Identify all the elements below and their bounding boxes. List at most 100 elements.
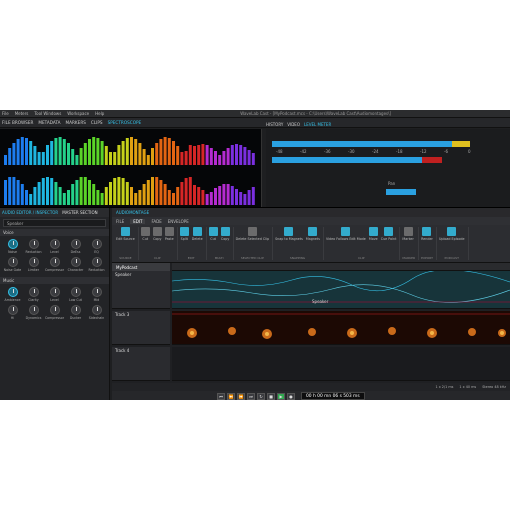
knob-dial-icon[interactable]: [28, 305, 39, 315]
preset-select[interactable]: Speaker: [3, 219, 106, 227]
knob[interactable]: DeEss: [65, 239, 86, 254]
section-voice[interactable]: Voice: [0, 229, 109, 236]
tab-history[interactable]: HISTORY: [266, 122, 283, 127]
tab-inspector[interactable]: AUDIO EDITOR / INSPECTOR: [2, 210, 58, 215]
menu-file[interactable]: File: [2, 111, 9, 116]
knob-dial-icon[interactable]: [49, 239, 60, 249]
section-music[interactable]: Music: [0, 277, 109, 284]
go-to-end-button[interactable]: ⏭: [247, 392, 255, 400]
menu-meters[interactable]: Meters: [15, 111, 29, 116]
menu-workspace[interactable]: Workspace: [67, 111, 89, 116]
ribbon-button[interactable]: Copy: [220, 227, 230, 241]
knob-dial-icon[interactable]: [7, 257, 18, 267]
knob-dial-icon[interactable]: [70, 305, 81, 315]
ribbon-button[interactable]: Snap to Magnets: [275, 227, 303, 241]
knob[interactable]: Dynamics: [23, 305, 44, 320]
knob-dial-icon[interactable]: [7, 305, 18, 315]
knob[interactable]: Noise Gate: [2, 257, 23, 272]
tab-spectroscope[interactable]: SPECTROSCOPE: [108, 120, 142, 125]
spectrum-bar: [54, 138, 58, 165]
ribbon-button[interactable]: Delete: [192, 227, 203, 241]
track-header-4[interactable]: Track 4: [112, 347, 170, 381]
stop-button[interactable]: ■: [267, 392, 275, 400]
tab-clips[interactable]: CLIPS: [91, 120, 103, 125]
ribbon-button[interactable]: Paste: [164, 227, 174, 241]
play-button[interactable]: ▶: [277, 392, 285, 400]
ribbon-button[interactable]: Render: [421, 227, 433, 241]
knob[interactable]: Reduction: [23, 239, 44, 254]
spectrum-bar: [205, 194, 209, 205]
knob[interactable]: EQ: [86, 239, 107, 254]
knob[interactable]: Character: [65, 257, 86, 272]
ribbon-tab-envelope[interactable]: ENVELOPE: [168, 219, 189, 224]
knob-dial-icon[interactable]: [49, 305, 60, 315]
tab-master-section[interactable]: MASTER SECTION: [62, 210, 97, 215]
ribbon-button[interactable]: Edit Source: [116, 227, 135, 241]
tab-audiomontage[interactable]: AUDIOMONTAGE: [116, 210, 149, 215]
spectrum-bar: [167, 190, 171, 205]
file-tab[interactable]: MyPodcast: [112, 263, 170, 271]
knob[interactable]: Ducker: [65, 305, 86, 320]
ribbon-button[interactable]: Magnets: [306, 227, 320, 241]
ribbon-button[interactable]: Delete Selected Clip: [236, 227, 269, 241]
ribbon-tab-edit[interactable]: EDIT: [130, 218, 146, 224]
knob[interactable]: Mid: [86, 287, 107, 302]
ribbon-button[interactable]: Cue Point: [381, 227, 396, 241]
knob-dial-icon[interactable]: [28, 257, 39, 267]
ribbon-button[interactable]: Cut: [140, 227, 150, 241]
loop-button[interactable]: ↻: [257, 392, 265, 400]
knob[interactable]: Ambience: [2, 287, 23, 302]
track-lane-4[interactable]: [172, 347, 510, 381]
knob[interactable]: Limiter: [23, 257, 44, 272]
knob[interactable]: Clarity: [23, 287, 44, 302]
go-to-start-button[interactable]: ⏮: [217, 392, 225, 400]
knob-dial-icon[interactable]: [49, 257, 60, 267]
knob[interactable]: Level: [44, 287, 65, 302]
knob-dial-icon[interactable]: [91, 239, 102, 249]
knob-dial-icon[interactable]: [28, 287, 39, 297]
ribbon-button[interactable]: Move: [368, 227, 378, 241]
tab-markers[interactable]: MARKERS: [66, 120, 86, 125]
fast-forward-button[interactable]: ⏩: [237, 392, 245, 400]
ribbon-button[interactable]: Split: [179, 227, 189, 241]
knob-dial-icon[interactable]: [91, 257, 102, 267]
knob[interactable]: Compressor: [44, 257, 65, 272]
knob-dial-icon[interactable]: [49, 287, 60, 297]
tab-file-browser[interactable]: FILE BROWSER: [2, 120, 33, 125]
knob-dial-icon[interactable]: [70, 257, 81, 267]
track-header-speaker[interactable]: Speaker: [112, 271, 170, 309]
track-lane-3-video[interactable]: [172, 311, 510, 345]
tab-level-meter[interactable]: LEVEL METER: [304, 122, 331, 127]
track-header-3[interactable]: Track 3: [112, 311, 170, 345]
ribbon-tab-fade[interactable]: FADE: [151, 219, 161, 224]
knob-dial-icon[interactable]: [91, 287, 102, 297]
knob-dial-icon[interactable]: [91, 305, 102, 315]
knob[interactable]: Noise: [2, 239, 23, 254]
knob-dial-icon[interactable]: [7, 287, 18, 297]
ribbon-button[interactable]: Cut: [208, 227, 218, 241]
ribbon-button[interactable]: Upload Episode: [439, 227, 465, 241]
ribbon-tab-file[interactable]: FILE: [116, 219, 124, 224]
knob-dial-icon[interactable]: [28, 239, 39, 249]
rewind-button[interactable]: ⏪: [227, 392, 235, 400]
menu-tool-windows[interactable]: Tool Windows: [34, 111, 61, 116]
knob-dial-icon[interactable]: [70, 239, 81, 249]
timeline-ruler[interactable]: [172, 263, 510, 271]
knob[interactable]: Low Cut: [65, 287, 86, 302]
knob[interactable]: Sidechain: [86, 305, 107, 320]
ribbon-button[interactable]: Marker: [402, 227, 414, 241]
spectrum-bar: [230, 145, 234, 165]
knob-dial-icon[interactable]: [70, 287, 81, 297]
knob[interactable]: Hi: [2, 305, 23, 320]
tab-video[interactable]: VIDEO: [287, 122, 300, 127]
ribbon-button[interactable]: Copy: [152, 227, 162, 241]
knob[interactable]: Reduction: [86, 257, 107, 272]
track-lane-speaker[interactable]: [171, 269, 510, 309]
knob[interactable]: Level: [44, 239, 65, 254]
knob-dial-icon[interactable]: [7, 239, 18, 249]
knob[interactable]: Compressor: [44, 305, 65, 320]
ribbon-button[interactable]: Video Follows Edit Mode: [326, 227, 366, 241]
record-button[interactable]: ●: [287, 392, 295, 400]
menu-help[interactable]: Help: [95, 111, 104, 116]
tab-metadata[interactable]: METADATA: [38, 120, 60, 125]
